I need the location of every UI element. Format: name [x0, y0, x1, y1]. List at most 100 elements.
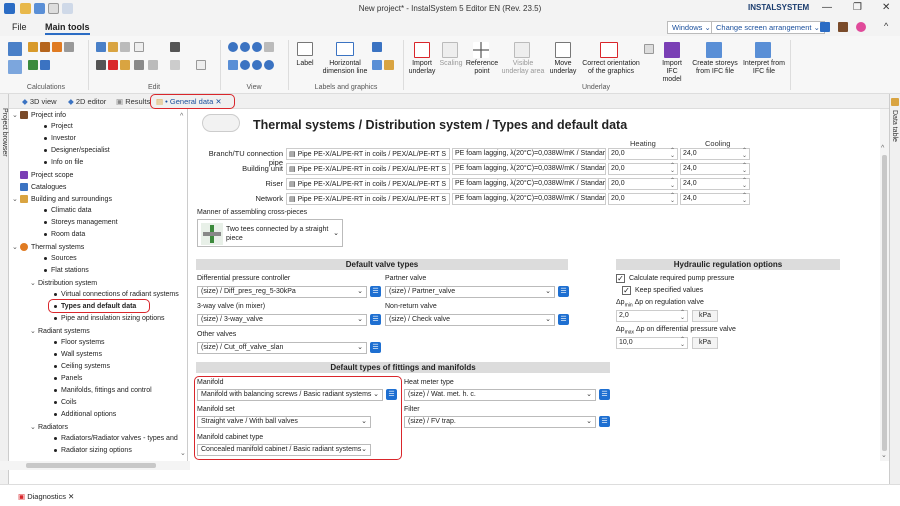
heating-temp-input[interactable]: 20,0 ⌃ ⌄ [608, 148, 678, 160]
pipette-icon[interactable] [170, 42, 180, 52]
tree-item-coils[interactable]: Coils [54, 399, 77, 406]
tree-item-project-info[interactable]: ⌄ Project info [12, 111, 66, 120]
report-icon[interactable] [40, 42, 50, 52]
non-return-select[interactable]: (size) / Check valve ⌄ [385, 314, 555, 326]
crosshair-icon[interactable] [473, 42, 489, 58]
view-dropdown-icon[interactable] [264, 42, 274, 52]
heating-temp-input[interactable]: 20,0 ⌃ ⌄ [608, 163, 678, 175]
filter-select[interactable]: (size) / FV trap. ⌄ [404, 416, 596, 428]
tree-item-panels[interactable]: Panels [54, 375, 82, 382]
paste-icon[interactable] [96, 42, 106, 52]
tree-item-distribution[interactable]: ⌄ Distribution system [30, 279, 97, 287]
dp-max-input[interactable]: 10,0 ⌃ ⌄ [616, 337, 688, 349]
diff-pressure-select[interactable]: (size) / Diff_pres_reg_5-30kPa ⌄ [197, 286, 367, 298]
pipe-select[interactable]: ▤ Pipe PE-X/AL/PE-RT in coils / PEX/AL/P… [286, 148, 450, 160]
heating-temp-input[interactable]: 20,0 ⌃ ⌄ [608, 178, 678, 190]
tree-item-project[interactable]: Project [44, 123, 73, 130]
select-icon[interactable] [134, 42, 144, 52]
scroll-down-icon[interactable]: ⌄ [881, 451, 887, 459]
copy-icon[interactable] [108, 42, 118, 52]
tab-3d-view[interactable]: ◆ 3D view [22, 97, 57, 106]
cut-icon[interactable] [96, 60, 106, 70]
lagging-select[interactable]: PE foam lagging, λ(20°C)=0,038W/mK / Sta… [452, 163, 606, 175]
import-underlay-button[interactable]: Import underlay [404, 60, 440, 76]
orientation-icon[interactable] [600, 42, 618, 58]
cooling-temp-input[interactable]: 24,0 ⌃ ⌄ [680, 148, 750, 160]
tool-icon[interactable] [28, 42, 38, 52]
tree-item-additional[interactable]: Additional options [54, 411, 116, 418]
rotate-icon[interactable] [148, 60, 158, 70]
warning-icon[interactable] [52, 42, 62, 52]
pan-icon[interactable] [228, 60, 238, 70]
import-underlay-icon[interactable] [414, 42, 430, 58]
tree-item-wall[interactable]: Wall systems [54, 351, 102, 358]
tree-item-floor[interactable]: Floor systems [54, 339, 105, 346]
help-icon[interactable] [856, 22, 866, 32]
project-browser-side-tab[interactable]: Project browser [0, 94, 9, 484]
three-way-select[interactable]: (size) / 3-way_valve ⌄ [197, 314, 367, 326]
scrollbar-thumb[interactable] [26, 463, 156, 468]
tree-item-radiator-valves[interactable]: Radiators/Radiator valves - types and [54, 435, 178, 442]
zoom-previous-icon[interactable] [264, 60, 274, 70]
ifc-model-icon[interactable] [664, 42, 680, 58]
calculate-icon[interactable] [8, 42, 22, 56]
correct-orientation-button[interactable]: Correct orientation of the graphics [580, 60, 642, 76]
move-underlay-icon[interactable] [555, 42, 571, 58]
tree-item-manifolds[interactable]: Manifolds, fittings and control [54, 387, 152, 394]
image-icon[interactable] [372, 60, 382, 70]
tree-item-project-scope[interactable]: Project scope [20, 171, 73, 179]
arrangement-dropdown[interactable]: Change screen arrangement ⌄ [711, 21, 825, 34]
tab-diagnostics[interactable]: ▣ Diagnostics ✕ [18, 492, 74, 501]
pipe-select[interactable]: ▤ Pipe PE-X/AL/PE-RT in coils / PEX/AL/P… [286, 193, 450, 205]
collapse-ribbon-icon[interactable]: ^ [884, 21, 888, 31]
lagging-select[interactable]: PE foam lagging, λ(20°C)=0,038W/mK / Sta… [452, 193, 606, 205]
calc-options-icon[interactable] [8, 60, 22, 74]
interpret-ifc-button[interactable]: Interpret from IFC file [740, 60, 788, 76]
storeys-icon[interactable] [706, 42, 722, 58]
reference-point-button[interactable]: Reference point [464, 60, 500, 76]
underlay-settings-icon[interactable] [644, 44, 654, 54]
catalogue-button[interactable]: ☰ [370, 286, 381, 297]
tab-results[interactable]: ▣ Results [116, 97, 150, 106]
zoom-window-icon[interactable] [252, 42, 262, 52]
zoom-out-icon[interactable] [240, 42, 250, 52]
dp-min-input[interactable]: 2,0 ⌃ ⌄ [616, 310, 688, 322]
label-icon[interactable] [297, 42, 313, 56]
database-icon[interactable] [838, 22, 848, 32]
calc-pump-checkbox[interactable]: ✓ [616, 274, 625, 283]
tree-item-info-on-file[interactable]: Info on file [44, 159, 83, 166]
folder-icon[interactable] [384, 60, 394, 70]
tree-item-investor[interactable]: Investor [44, 135, 76, 142]
tree-item-climatic[interactable]: Climatic data [44, 207, 91, 214]
tree-scroll-down-icon[interactable]: ⌄ [180, 449, 186, 457]
minimize-icon[interactable]: — [822, 2, 832, 13]
mirror-icon[interactable] [134, 60, 144, 70]
horizontal-dimension-line-button[interactable]: Horizontal dimension line [316, 60, 374, 76]
other-valves-select[interactable]: (size) / Cut_off_valve_slan ⌄ [197, 342, 367, 354]
tree-item-storeys[interactable]: Storeys management [44, 219, 118, 226]
cooling-temp-input[interactable]: 24,0 ⌃ ⌄ [680, 163, 750, 175]
tab-main-tools[interactable]: Main tools [45, 22, 90, 35]
cooling-temp-input[interactable]: 24,0 ⌃ ⌄ [680, 178, 750, 190]
zoom-all-icon[interactable] [252, 60, 262, 70]
tree-item-radiant[interactable]: ⌄ Radiant systems [30, 327, 90, 335]
dimension-line-icon[interactable] [336, 42, 354, 56]
kpa-unit-button[interactable]: kPa [692, 310, 718, 322]
tree-item-room[interactable]: Room data [44, 231, 85, 238]
tree-item-ceiling[interactable]: Ceiling systems [54, 363, 110, 370]
heating-temp-input[interactable]: 20,0 ⌃ ⌄ [608, 193, 678, 205]
back-forward-icon[interactable] [202, 114, 240, 132]
tree-scroll-up-icon[interactable]: ^ [180, 113, 183, 120]
scroll-up-icon[interactable]: ^ [881, 145, 884, 152]
tree-item-designer[interactable]: Designer/specialist [44, 147, 110, 154]
tree-item-thermal[interactable]: ⌄ Thermal systems [12, 243, 84, 252]
catalogue-button[interactable]: ☰ [599, 389, 610, 400]
tree-item-sources[interactable]: Sources [44, 255, 77, 262]
tree-item-catalogues[interactable]: Catalogues [20, 183, 66, 191]
heat-meter-select[interactable]: (size) / Wat. met. h. c. ⌄ [404, 389, 596, 401]
tree-item-radiators[interactable]: ⌄ Radiators [30, 423, 68, 431]
catalogue-button[interactable]: ☰ [558, 286, 569, 297]
tree-item-pipe-sizing[interactable]: Pipe and insulation sizing options [54, 315, 165, 322]
layout-icon[interactable] [820, 22, 830, 32]
clone-icon[interactable] [120, 42, 130, 52]
